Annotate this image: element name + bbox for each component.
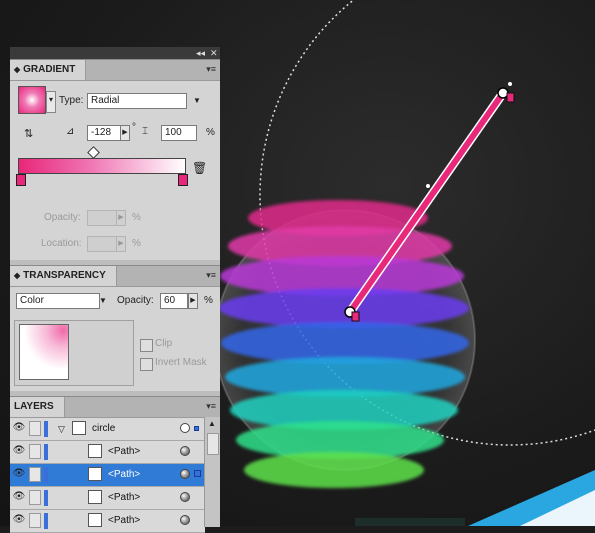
- type-label: Type:: [59, 95, 84, 106]
- aspect-ratio-field[interactable]: 100: [161, 125, 197, 141]
- rainbow-discs: [219, 200, 469, 488]
- target-circle-icon[interactable]: [180, 515, 190, 525]
- target-circle-icon[interactable]: [180, 423, 190, 433]
- layers-scrollbar[interactable]: ▲: [204, 417, 220, 527]
- panel-dock: ◂◂ ✕ ◆ GRADIENT ▾≡ ▾ Type: Radial ▼ ⇅ ⊿ -…: [10, 47, 220, 533]
- aspect-unit: %: [206, 127, 215, 138]
- dock-header: ◂◂ ✕: [10, 47, 220, 59]
- target-circle-icon[interactable]: [180, 446, 190, 456]
- layer-name: <Path>: [108, 492, 141, 503]
- path-thumbnail: [88, 513, 102, 527]
- invert-mask-label: Invert Mask: [155, 357, 207, 368]
- tab-layers-label: LAYERS: [14, 401, 54, 412]
- angle-unit: °: [132, 122, 136, 133]
- layers-panel: LAYERS ▾≡ 👁 ▽ circle 👁 <Path> 👁 <Path> 👁…: [10, 396, 220, 533]
- angle-icon: ⊿: [66, 126, 75, 137]
- lock-toggle[interactable]: [29, 467, 41, 482]
- gradient-preview-swatch[interactable]: [18, 86, 46, 114]
- opacity-unit: %: [204, 295, 213, 306]
- layers-tabbar: LAYERS ▾≡: [10, 397, 220, 418]
- layer-color-bar: [44, 513, 48, 529]
- tab-transparency[interactable]: ◆ TRANSPARENCY: [10, 266, 117, 286]
- layer-name: <Path>: [108, 515, 141, 526]
- selection-indicator[interactable]: [194, 470, 201, 477]
- target-circle-icon[interactable]: [180, 492, 190, 502]
- trash-icon[interactable]: 🗑: [192, 160, 207, 176]
- stop-opacity-stepper: ▶: [116, 210, 126, 226]
- blend-mode-dropdown-icon[interactable]: ▼: [96, 293, 110, 309]
- visibility-eye-icon[interactable]: 👁: [12, 491, 26, 503]
- opacity-label: Opacity:: [117, 295, 154, 306]
- target-circle-icon[interactable]: [180, 469, 190, 479]
- panel-menu-icon[interactable]: ▾≡: [206, 64, 216, 75]
- type-select[interactable]: Radial: [87, 93, 187, 109]
- selection-indicator[interactable]: [194, 426, 199, 431]
- type-dropdown-icon[interactable]: ▼: [190, 93, 204, 109]
- angle-stepper[interactable]: ▶: [120, 125, 130, 141]
- close-icon[interactable]: ✕: [210, 47, 218, 59]
- panel-menu-icon[interactable]: ▾≡: [206, 270, 216, 281]
- tab-gradient-label: GRADIENT: [23, 64, 76, 75]
- stop-location-field: [87, 236, 117, 252]
- layer-row-selected[interactable]: 👁 <Path>: [10, 464, 205, 487]
- layer-color-bar: [44, 490, 48, 506]
- visibility-eye-icon[interactable]: 👁: [12, 422, 26, 434]
- lock-toggle[interactable]: [29, 490, 41, 505]
- angle-field[interactable]: -128: [87, 125, 121, 141]
- panel-menu-icon[interactable]: ▾≡: [206, 401, 216, 412]
- layer-row[interactable]: 👁 <Path>: [10, 487, 205, 510]
- blend-mode-select[interactable]: Color: [16, 293, 100, 309]
- object-thumbnail[interactable]: [19, 324, 69, 380]
- gradient-ramp[interactable]: [18, 158, 186, 174]
- midpoint-diamond[interactable]: [87, 146, 100, 159]
- layer-name: <Path>: [108, 469, 141, 480]
- layer-name: <Path>: [108, 446, 141, 457]
- opacity-field[interactable]: 60: [160, 293, 188, 309]
- tab-transparency-label: TRANSPARENCY: [23, 270, 106, 281]
- path-thumbnail: [88, 490, 102, 504]
- stop-opacity-label: Opacity:: [44, 212, 81, 223]
- reverse-gradient-icon[interactable]: ⇅: [24, 126, 33, 142]
- transparency-panel: ◆ TRANSPARENCY ▾≡ Color ▼ Opacity: 60 ▶ %…: [10, 265, 220, 391]
- gradient-tabbar: ◆ GRADIENT ▾≡: [10, 60, 220, 81]
- visibility-eye-icon[interactable]: 👁: [12, 514, 26, 526]
- scroll-thumb[interactable]: [207, 433, 219, 455]
- invert-mask-checkbox[interactable]: [140, 358, 153, 371]
- opacity-stepper[interactable]: ▶: [188, 293, 198, 309]
- clip-checkbox[interactable]: [140, 339, 153, 352]
- layer-row[interactable]: 👁 <Path>: [10, 441, 205, 464]
- layer-color-bar: [44, 467, 48, 483]
- gradient-stop-end[interactable]: [178, 174, 188, 186]
- aspect-ratio-icon: ⌶: [142, 126, 148, 137]
- path-thumbnail: [88, 467, 102, 481]
- tab-collapse-icon[interactable]: ◆: [14, 65, 20, 74]
- tab-gradient[interactable]: ◆ GRADIENT: [10, 60, 87, 80]
- disclosure-triangle-icon[interactable]: ▽: [58, 421, 65, 437]
- visibility-eye-icon[interactable]: 👁: [12, 468, 26, 480]
- layer-color-bar: [44, 444, 48, 460]
- transparency-tabbar: ◆ TRANSPARENCY ▾≡: [10, 266, 220, 287]
- layer-color-bar: [44, 421, 48, 437]
- tab-layers[interactable]: LAYERS: [10, 397, 65, 417]
- stop-location-unit: %: [132, 238, 141, 249]
- layer-row[interactable]: 👁 ▽ circle: [10, 418, 205, 441]
- visibility-eye-icon[interactable]: 👁: [12, 445, 26, 457]
- layer-row[interactable]: 👁 <Path>: [10, 510, 205, 533]
- stop-opacity-field: [87, 210, 117, 226]
- collapse-icon[interactable]: ◂◂: [196, 47, 205, 59]
- stop-location-stepper: ▶: [116, 236, 126, 252]
- layer-name: circle: [92, 423, 116, 434]
- stop-opacity-unit: %: [132, 212, 141, 223]
- lock-toggle[interactable]: [29, 421, 41, 436]
- clip-label: Clip: [155, 338, 173, 349]
- path-thumbnail: [88, 444, 102, 458]
- scroll-up-icon[interactable]: ▲: [208, 419, 216, 428]
- lock-toggle[interactable]: [29, 444, 41, 459]
- gradient-swatch-dropdown[interactable]: ▾: [46, 91, 56, 113]
- tab-collapse-icon[interactable]: ◆: [14, 271, 20, 280]
- layer-thumbnail: [72, 421, 86, 435]
- gradient-stop-start[interactable]: [16, 174, 26, 186]
- stop-location-label: Location:: [41, 238, 82, 249]
- gradient-panel: ◆ GRADIENT ▾≡ ▾ Type: Radial ▼ ⇅ ⊿ -128 ▶…: [10, 59, 220, 260]
